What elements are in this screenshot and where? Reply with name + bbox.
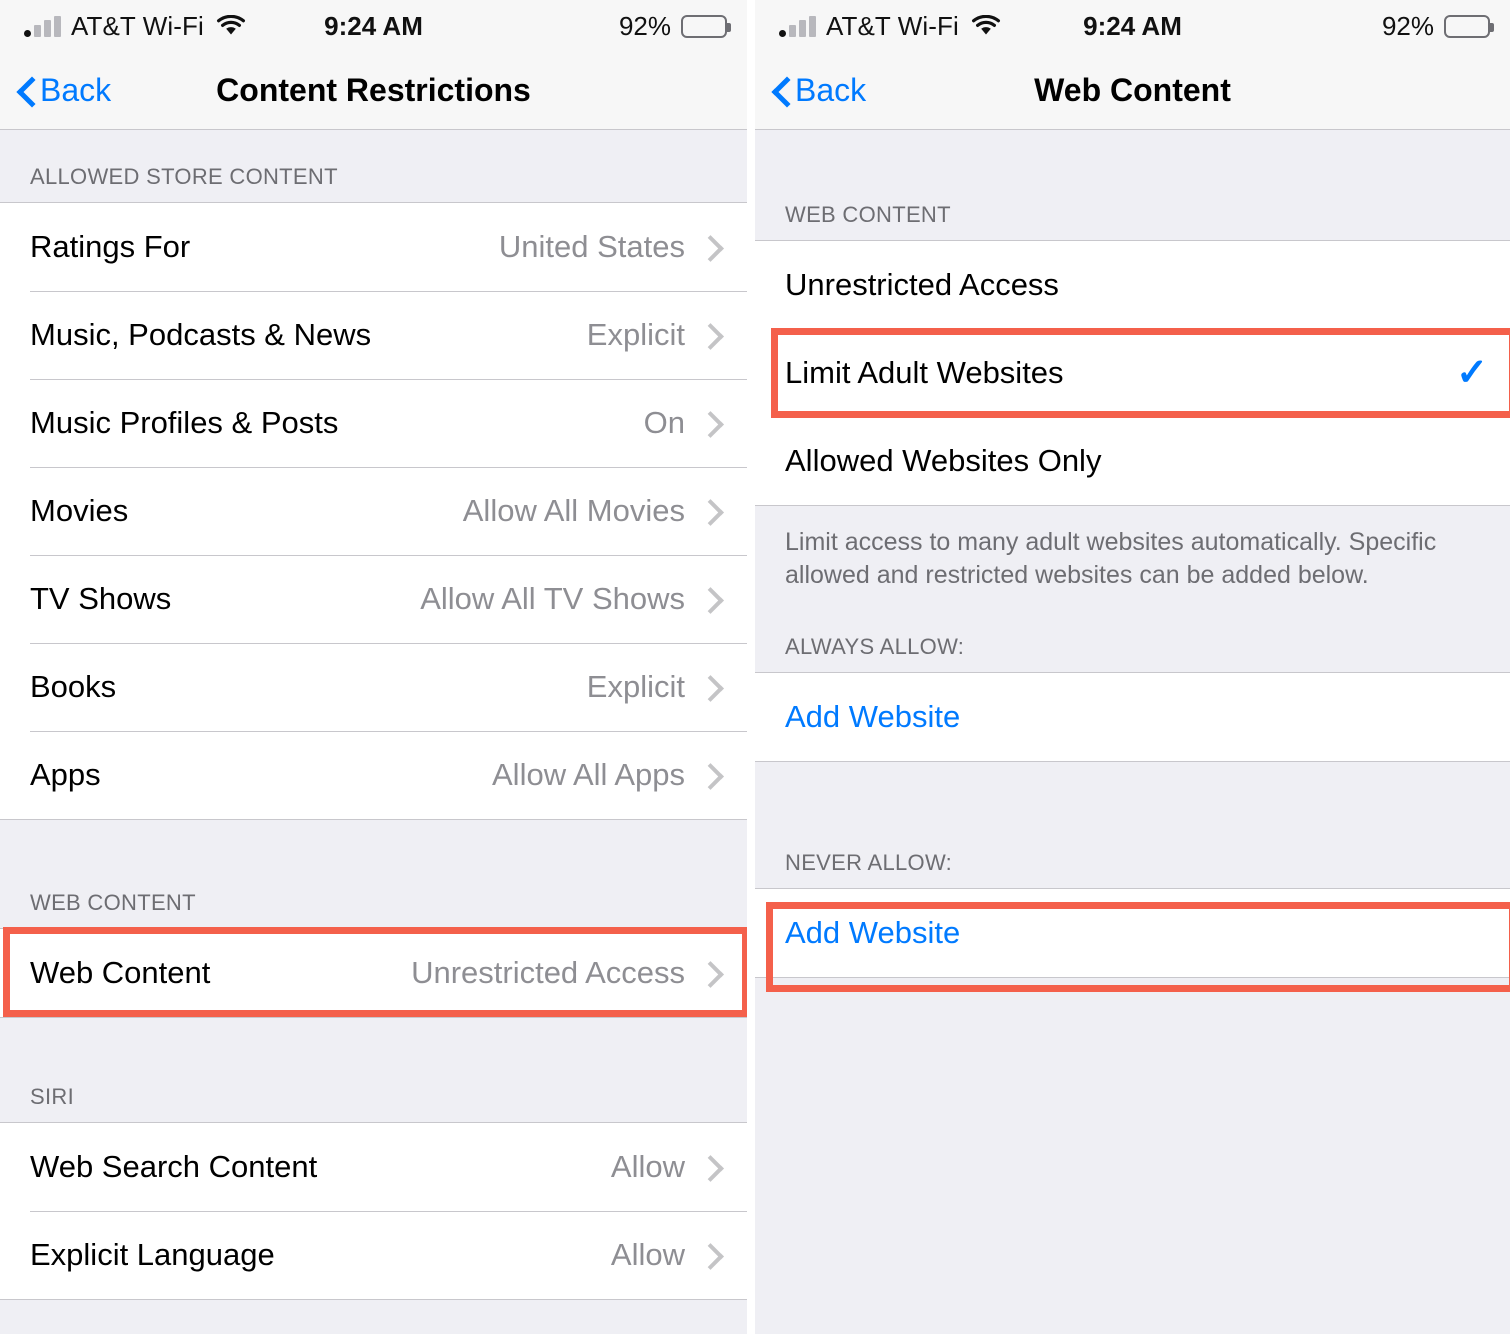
row-value: Allow All Movies: [462, 493, 685, 528]
row-label: Web Search Content: [30, 1149, 318, 1184]
row-explicit-language[interactable]: Explicit Language Allow: [0, 1211, 747, 1299]
add-website-label: Add Website: [785, 699, 961, 734]
option-unrestricted-access[interactable]: Unrestricted Access: [755, 241, 1510, 329]
back-button-left[interactable]: Back: [18, 72, 111, 109]
row-label: Movies: [30, 493, 129, 528]
row-value: United States: [498, 229, 685, 264]
chevron-right-icon: [699, 960, 725, 986]
dual-screenshot-container: AT&T Wi-Fi 9:24 AM 92% Back Content Rest…: [0, 0, 1510, 1334]
chevron-right-icon: [699, 234, 725, 260]
row-value: Allow All TV Shows: [420, 581, 685, 616]
section-header-siri: SIRI: [0, 1018, 747, 1122]
row-web-search-content[interactable]: Web Search Content Allow: [0, 1123, 747, 1211]
group-web-content-options: Unrestricted Access Limit Adult Websites…: [755, 240, 1510, 506]
row-value: Allow All Apps: [492, 757, 685, 792]
back-button-label: Back: [40, 72, 112, 108]
page-title-left: Content Restrictions: [216, 72, 531, 108]
group-web-content: Web Content Unrestricted Access: [0, 928, 747, 1018]
row-web-content[interactable]: Web Content Unrestricted Access: [0, 929, 747, 1017]
row-label: TV Shows: [30, 581, 172, 616]
right-screen-web-content: AT&T Wi-Fi 9:24 AM 92% Back Web Content …: [755, 0, 1510, 1334]
chevron-right-icon: [699, 410, 725, 436]
group-never-allow: Add Website: [755, 888, 1510, 978]
chevron-right-icon: [699, 1242, 725, 1268]
row-ratings-for[interactable]: Ratings For United States: [0, 203, 747, 291]
row-value: On: [643, 405, 685, 440]
chevron-left-icon: [18, 77, 34, 105]
chevron-right-icon: [699, 586, 725, 612]
row-label: Explicit Language: [30, 1237, 275, 1272]
option-label: Allowed Websites Only: [785, 443, 1102, 478]
add-website-never-allow-button[interactable]: Add Website: [755, 889, 1510, 977]
row-label: Ratings For: [30, 229, 191, 264]
row-label: Apps: [30, 757, 101, 792]
section-header-web-content: WEB CONTENT: [0, 820, 747, 928]
checkmark-icon: ✓: [1456, 352, 1488, 394]
row-value: Allow: [610, 1149, 685, 1184]
row-music-podcasts-news[interactable]: Music, Podcasts & News Explicit: [0, 291, 747, 379]
chevron-right-icon: [699, 1154, 725, 1180]
battery-icon: [1444, 14, 1494, 38]
row-label: Web Content: [30, 955, 211, 990]
row-movies[interactable]: Movies Allow All Movies: [0, 467, 747, 555]
option-allowed-websites-only[interactable]: Allowed Websites Only: [755, 417, 1510, 505]
option-label: Unrestricted Access: [785, 267, 1059, 302]
row-value: Explicit: [586, 317, 685, 352]
footer-note-web-content: Limit access to many adult websites auto…: [755, 506, 1510, 592]
chevron-right-icon: [699, 322, 725, 348]
row-value: Allow: [610, 1237, 685, 1272]
chevron-right-icon: [699, 762, 725, 788]
status-bar-right: AT&T Wi-Fi 9:24 AM 92%: [755, 0, 1510, 52]
section-header-allowed-store-content: ALLOWED STORE CONTENT: [0, 130, 747, 202]
group-siri: Web Search Content Allow Explicit Langua…: [0, 1122, 747, 1300]
battery-percent-label: 92%: [618, 10, 671, 41]
section-header-always-allow: ALWAYS ALLOW:: [755, 592, 1510, 672]
battery-percent-label: 92%: [1381, 10, 1434, 41]
group-allowed-store-content: Ratings For United States Music, Podcast…: [0, 202, 747, 820]
status-bar-right-group: 92%: [1381, 10, 1494, 42]
back-button-right[interactable]: Back: [773, 72, 866, 109]
add-website-label: Add Website: [785, 915, 961, 950]
back-button-label: Back: [795, 72, 867, 108]
row-label: Books: [30, 669, 117, 704]
row-value: Explicit: [586, 669, 685, 704]
page-title-right: Web Content: [1034, 72, 1231, 108]
section-header-never-allow: NEVER ALLOW:: [755, 762, 1510, 888]
status-bar-right-group: 92%: [618, 10, 731, 42]
bottom-filler: [755, 978, 1510, 1278]
add-website-always-allow-button[interactable]: Add Website: [755, 673, 1510, 761]
nav-bar-left: Back Content Restrictions: [0, 52, 747, 130]
row-value: Unrestricted Access: [411, 955, 685, 990]
option-limit-adult-websites[interactable]: Limit Adult Websites ✓: [755, 329, 1510, 417]
chevron-right-icon: [699, 674, 725, 700]
chevron-right-icon: [699, 498, 725, 524]
row-music-profiles-posts[interactable]: Music Profiles & Posts On: [0, 379, 747, 467]
row-books[interactable]: Books Explicit: [0, 643, 747, 731]
group-always-allow: Add Website: [755, 672, 1510, 762]
row-label: Music Profiles & Posts: [30, 405, 339, 440]
row-tv-shows[interactable]: TV Shows Allow All TV Shows: [0, 555, 747, 643]
row-label: Music, Podcasts & News: [30, 317, 372, 352]
section-header-web-content-right: WEB CONTENT: [755, 130, 1510, 240]
nav-bar-right: Back Web Content: [755, 52, 1510, 130]
left-screen-content-restrictions: AT&T Wi-Fi 9:24 AM 92% Back Content Rest…: [0, 0, 747, 1334]
chevron-left-icon: [773, 77, 789, 105]
option-label: Limit Adult Websites: [785, 355, 1064, 390]
battery-icon: [681, 14, 731, 38]
status-bar-left: AT&T Wi-Fi 9:24 AM 92%: [0, 0, 747, 52]
row-apps[interactable]: Apps Allow All Apps: [0, 731, 747, 819]
